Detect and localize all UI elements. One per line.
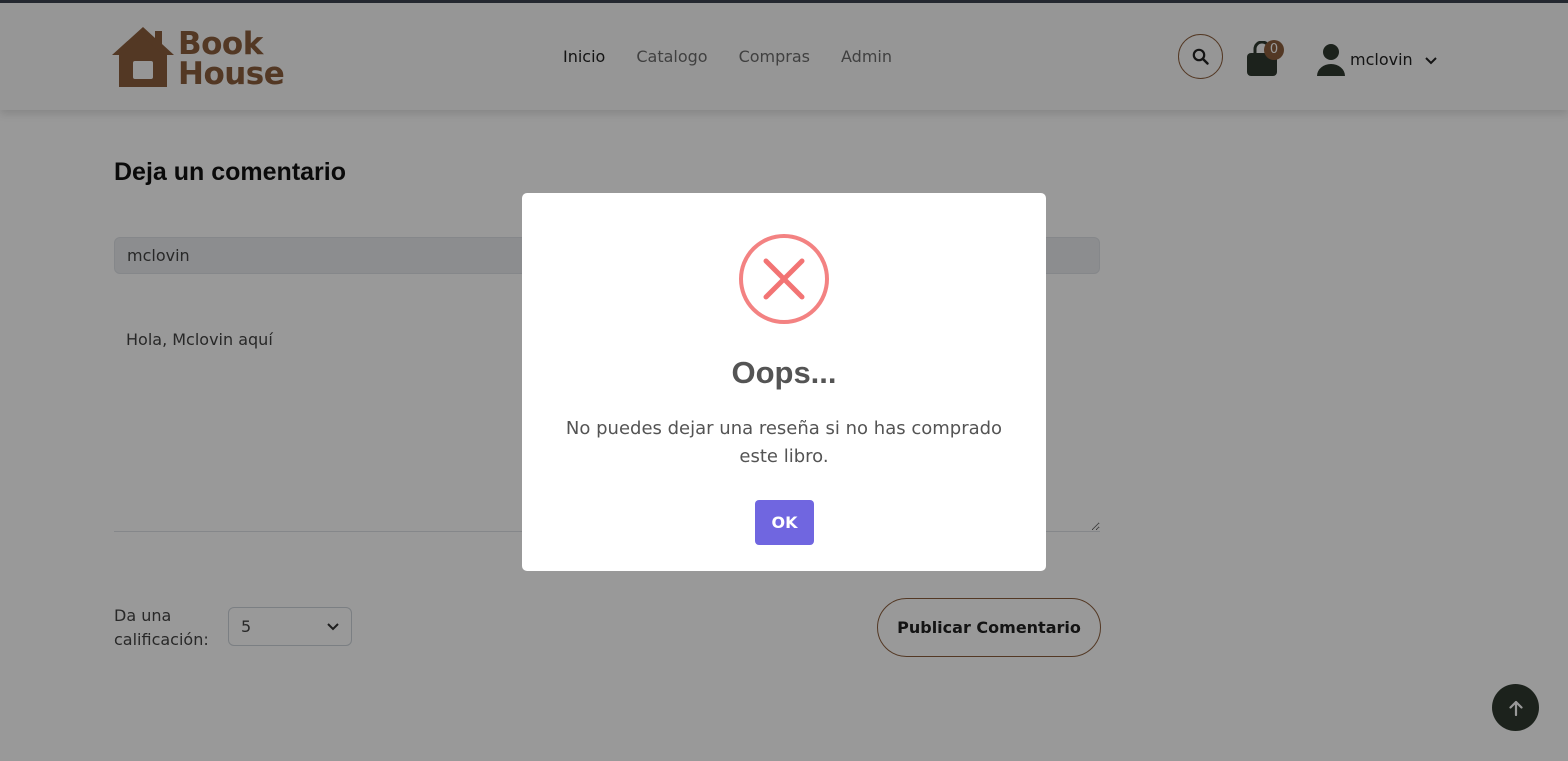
ok-button[interactable]: OK	[755, 500, 814, 545]
error-x-icon	[739, 234, 829, 324]
dialog-message: No puedes dejar una reseña si no has com…	[565, 418, 1003, 467]
error-dialog: Oops... No puedes dejar una reseña si no…	[522, 193, 1046, 571]
dialog-title: Oops...	[731, 355, 837, 390]
